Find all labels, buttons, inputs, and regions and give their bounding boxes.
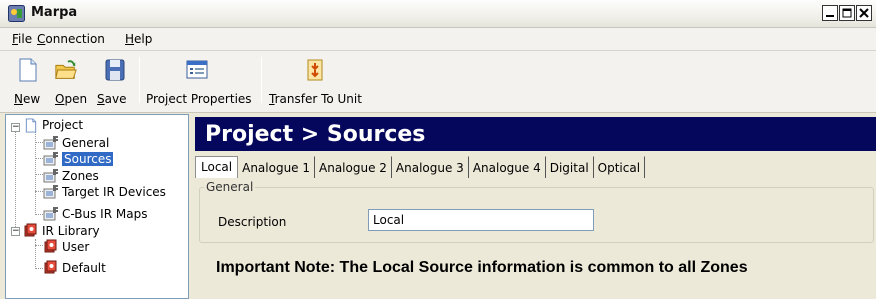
new-mnemonic: N [14, 92, 23, 106]
tree-node-default[interactable]: Default [43, 260, 106, 275]
tree-node-label: User [62, 239, 90, 254]
tab-analogue-2[interactable]: Analogue 2 [315, 156, 392, 178]
app-icon [8, 5, 25, 22]
tree-line [35, 245, 43, 246]
toolbar-separator [139, 57, 140, 103]
ir-library-icon [24, 223, 37, 237]
menu-help-label: elp [134, 32, 153, 46]
description-label: Description [218, 215, 287, 229]
tree-node-label: IR Library [42, 223, 100, 238]
properties-plug-icon [43, 185, 58, 199]
tree-node-label: C-Bus IR Maps [62, 206, 148, 221]
project-document-icon [25, 118, 37, 133]
open-button[interactable]: Open [50, 57, 88, 109]
tree-node-zones[interactable]: Zones [43, 168, 99, 183]
maximize-button[interactable] [839, 5, 855, 21]
tree-node-general[interactable]: General [43, 135, 109, 150]
title-bar: Marpa [0, 0, 876, 28]
tree-line [35, 214, 43, 215]
tree-line [35, 239, 36, 269]
ir-library-icon [44, 260, 57, 274]
toolbar: New Open Save Project Properties Transfe… [0, 51, 876, 113]
save-label: ave [104, 92, 127, 106]
tree-node-project[interactable]: Project [23, 118, 83, 133]
tree-line [35, 268, 43, 269]
tree-node-c-bus-ir-maps[interactable]: C-Bus IR Maps [43, 206, 147, 221]
minimize-button[interactable] [822, 5, 838, 21]
menu-file-label: ile [18, 32, 33, 46]
project-properties-button[interactable]: Project Properties [144, 57, 256, 109]
properties-plug-icon [43, 207, 58, 221]
tree-node-label: Default [62, 260, 106, 275]
properties-plug-icon [43, 152, 58, 166]
tree-node-sources[interactable]: Sources [43, 151, 114, 166]
close-button[interactable] [856, 5, 872, 21]
menu-connection-label: onnection [45, 32, 105, 46]
source-tabs: Local Analogue 1 Analogue 2 Analogue 3 A… [195, 156, 646, 178]
open-folder-icon [55, 60, 77, 79]
tab-digital[interactable]: Digital [546, 156, 594, 178]
tab-analogue-3[interactable]: Analogue 3 [392, 156, 469, 178]
menu-help[interactable]: Help [125, 33, 152, 45]
tree-node-label: Zones [62, 168, 99, 183]
maximize-icon [842, 8, 852, 18]
tree-line [35, 158, 43, 159]
tree-node-label: Project [42, 118, 84, 132]
properties-list-icon [186, 60, 208, 79]
project-expander[interactable]: − [11, 123, 20, 132]
menu-file[interactable]: File [12, 33, 32, 45]
project-tree[interactable]: − Project General Sources Zones Target I… [5, 114, 189, 299]
tree-node-ir-library[interactable]: IR Library [23, 223, 100, 238]
save-button[interactable]: Save [95, 57, 131, 109]
new-button[interactable]: New [10, 57, 40, 109]
menu-connection[interactable]: Connection [37, 33, 105, 45]
close-icon [859, 8, 869, 18]
tree-node-label: Target IR Devices [62, 184, 166, 199]
page-banner: Project > Sources [195, 117, 876, 151]
tree-node-label: General [62, 135, 110, 150]
new-label: ew [22, 92, 41, 106]
properties-plug-icon [43, 136, 58, 150]
save-disk-icon [105, 59, 125, 81]
tree-node-target-ir-devices[interactable]: Target IR Devices [43, 184, 166, 199]
tree-line [15, 127, 16, 231]
ir-library-expander[interactable]: − [11, 227, 20, 236]
tree-node-label-selected: Sources [62, 151, 114, 166]
transfer-to-unit-button[interactable]: Transfer To Unit [266, 57, 372, 109]
tree-line [35, 191, 43, 192]
new-document-icon [19, 58, 37, 82]
main-panel: Project > Sources Local Analogue 1 Analo… [193, 114, 876, 299]
important-note: Important Note: The Local Source informa… [216, 259, 748, 276]
group-title: General [204, 180, 256, 194]
tab-optical[interactable]: Optical [594, 156, 646, 178]
open-label: pen [64, 92, 88, 106]
general-groupbox: General Description [199, 180, 874, 243]
tab-local[interactable]: Local [195, 156, 239, 178]
transfer-label: ransfer To Unit [274, 92, 362, 106]
minimize-icon [826, 15, 834, 17]
window-title: Marpa [31, 5, 78, 20]
transfer-arrows-icon [307, 59, 323, 81]
tree-line [35, 142, 43, 143]
toolbar-separator [261, 57, 262, 103]
save-mnemonic: S [97, 92, 105, 106]
tab-analogue-1[interactable]: Analogue 1 [238, 156, 316, 178]
tab-analogue-4[interactable]: Analogue 4 [469, 156, 546, 178]
ir-library-icon [44, 239, 57, 253]
project-properties-label-pre: Pro [146, 92, 166, 106]
tree-node-user[interactable]: User [43, 239, 89, 254]
description-input[interactable] [368, 209, 594, 231]
tree-line [35, 174, 43, 175]
page-title: Project > Sources [205, 122, 426, 147]
menu-bar: File Connection Help [0, 28, 876, 51]
properties-plug-icon [43, 169, 58, 183]
menu-help-mnemonic: H [125, 32, 135, 46]
project-properties-label: ect Properties [168, 92, 252, 106]
